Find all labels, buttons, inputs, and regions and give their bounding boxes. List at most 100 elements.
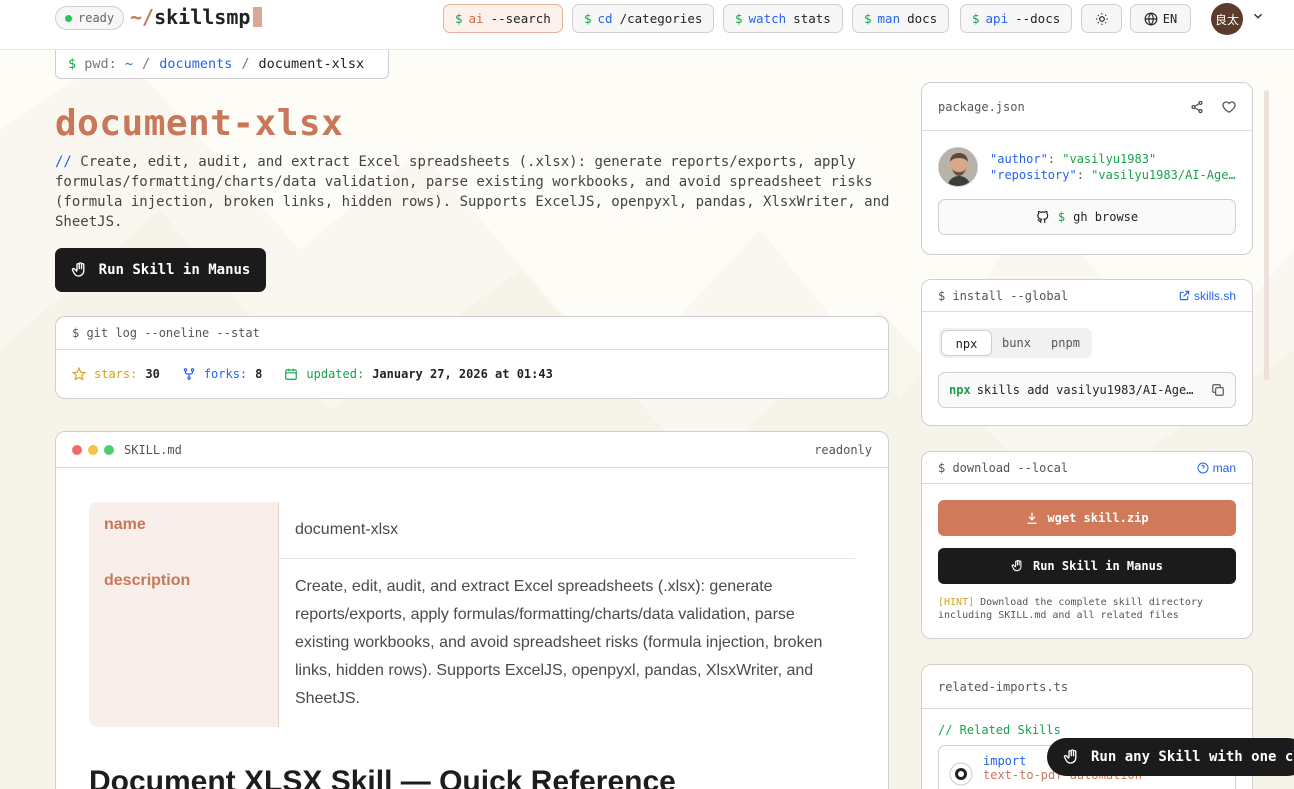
updated-label: updated: — [306, 367, 365, 381]
page-title: document-xlsx — [55, 103, 344, 144]
prompt-dollar: $ — [455, 11, 463, 26]
tab-pnpm[interactable]: pnpm — [1041, 330, 1090, 356]
chevron-down-icon[interactable] — [1251, 9, 1265, 23]
run-skill-label: Run Skill in Manus — [98, 262, 251, 278]
share-icon[interactable] — [1190, 100, 1204, 114]
nav-arg: stats — [793, 11, 831, 26]
calendar-icon — [285, 368, 298, 380]
nav-ai-search-button[interactable]: $ ai --search — [443, 4, 563, 33]
status-dot — [65, 14, 72, 22]
git-log-header: $ git log --oneline --stat — [56, 317, 888, 350]
install-command-prefix: npx — [949, 383, 971, 397]
language-button[interactable]: EN — [1130, 4, 1191, 33]
forks-count: 8 — [255, 367, 263, 381]
gh-browse-button[interactable]: $ gh browse — [938, 199, 1236, 235]
breadcrumb: $ pwd: ~ / documents / document-xlsx — [55, 50, 389, 79]
repository-kv: "repository": "vasilyu1983/AI-Age… — [990, 168, 1236, 182]
nav-categories-button[interactable]: $ cd /categories — [572, 4, 715, 33]
run-skill-in-manus-button[interactable]: Run Skill in Manus — [55, 248, 266, 292]
frontmatter-value: Create, edit, audit, and extract Excel s… — [279, 558, 855, 727]
skills-sh-link[interactable]: skills.sh — [1179, 289, 1236, 303]
tab-npx[interactable]: npx — [941, 330, 992, 356]
forks-label: forks: — [203, 367, 248, 381]
repository-value: "vasilyu1983/AI-Age… — [1091, 168, 1236, 182]
breadcrumb-separator: / — [241, 56, 250, 72]
github-icon — [1037, 210, 1049, 223]
heart-icon[interactable] — [1222, 100, 1236, 114]
description-text: Create, edit, audit, and extract Excel s… — [55, 154, 890, 230]
author-info: "author": "vasilyu1983" "repository": "v… — [990, 151, 1236, 183]
prompt-dollar: $ — [972, 11, 980, 26]
author-avatar[interactable] — [938, 147, 978, 187]
install-card: $ install --global skills.sh npx bunx pn… — [921, 279, 1253, 426]
readonly-label: readonly — [814, 442, 872, 457]
run-in-manus-button[interactable]: Run Skill in Manus — [938, 548, 1236, 584]
language-label: EN — [1162, 11, 1178, 26]
sidebar-scrollbar[interactable] — [1264, 90, 1269, 380]
window-minimize-dot — [88, 444, 98, 455]
window-maximize-dot — [104, 444, 114, 455]
author-kv: "author": "vasilyu1983" — [990, 152, 1157, 166]
theme-toggle-button[interactable] — [1081, 4, 1122, 33]
run-any-skill-toast[interactable]: Run any Skill with one cl — [1047, 738, 1294, 776]
download-hint: [HINT] Download the complete skill direc… — [938, 596, 1236, 622]
site-logo[interactable]: ~/ skillsmp — [130, 5, 263, 29]
stats-row: stars: 30 forks: 8 updated: January 27, … — [56, 350, 888, 398]
stars-count: 30 — [145, 367, 160, 381]
related-imports-header: related-imports.ts — [922, 665, 1252, 709]
man-link[interactable]: man — [1197, 461, 1236, 475]
hint-tag: [HINT] — [938, 597, 975, 608]
package-json-filename: package.json — [938, 99, 1025, 114]
breadcrumb-home-link[interactable]: ~ — [125, 56, 133, 72]
logo-cursor — [253, 7, 263, 27]
help-circle-icon — [1197, 462, 1209, 473]
frontmatter-key: description — [89, 558, 279, 727]
github-circle-icon — [949, 762, 973, 786]
nav-docs-button[interactable]: $ man docs — [852, 4, 950, 33]
status-text: ready — [78, 11, 115, 25]
skill-md-filename: SKILL.md — [124, 442, 182, 457]
stars-label: stars: — [94, 367, 138, 381]
external-link-icon — [1179, 290, 1190, 301]
page-description: // Create, edit, audit, and extract Exce… — [55, 152, 895, 232]
skills-sh-label: skills.sh — [1193, 288, 1236, 303]
star-icon — [72, 367, 86, 381]
user-avatar[interactable]: 良太 — [1211, 3, 1243, 35]
author-photo-icon — [939, 148, 977, 186]
breadcrumb-documents-link[interactable]: documents — [159, 56, 232, 72]
top-nav-bar: ready ~/ skillsmp $ ai --search $ cd /ca… — [0, 0, 1294, 50]
logo-tilde: ~/ — [130, 5, 155, 29]
nav-cmd: cd — [597, 11, 613, 26]
nav-cmd: man — [877, 11, 901, 26]
manus-hand-icon — [71, 262, 85, 277]
nav-cmd: ai — [468, 11, 484, 26]
nav-cmd: api — [985, 11, 1009, 26]
frontmatter-key: name — [89, 502, 279, 558]
prompt-dollar: $ — [584, 11, 592, 26]
breadcrumb-prompt: $ — [68, 56, 85, 72]
tab-bunx[interactable]: bunx — [992, 330, 1041, 356]
install-command-box: npx skills add vasilyu1983/AI-Age… — [938, 372, 1236, 408]
skill-md-header: SKILL.md readonly — [56, 432, 888, 468]
updated-date: January 27, 2026 at 01:43 — [372, 367, 553, 381]
copy-icon[interactable] — [1211, 383, 1225, 397]
frontmatter-row: description Create, edit, audit, and ext… — [89, 558, 855, 727]
sun-icon — [1095, 12, 1108, 25]
man-label: man — [1212, 460, 1236, 475]
related-comment: // Related Skills — [938, 723, 1061, 737]
nav-stats-button[interactable]: $ watch stats — [723, 4, 843, 33]
install-header: $ install --global skills.sh — [922, 280, 1252, 312]
logo-text: skillsmp — [154, 5, 251, 29]
prompt-dollar: $ — [864, 11, 872, 26]
wget-skill-zip-button[interactable]: wget skill.zip — [938, 500, 1236, 536]
nav-api-docs-button[interactable]: $ api --docs — [960, 4, 1073, 33]
comment-slashes: // — [55, 154, 72, 170]
install-command: npx skills add vasilyu1983/AI-Age… — [949, 383, 1193, 397]
git-log-card: $ git log --oneline --stat stars: 30 for… — [55, 316, 889, 399]
gh-browse-label: gh browse — [1073, 210, 1139, 224]
nav-arg: /categories — [619, 11, 703, 26]
install-header-label: $ install --global — [938, 288, 1069, 303]
repository-key: "repository" — [990, 168, 1077, 182]
frontmatter-row: name document-xlsx — [89, 502, 855, 558]
window-close-dot — [72, 444, 82, 455]
